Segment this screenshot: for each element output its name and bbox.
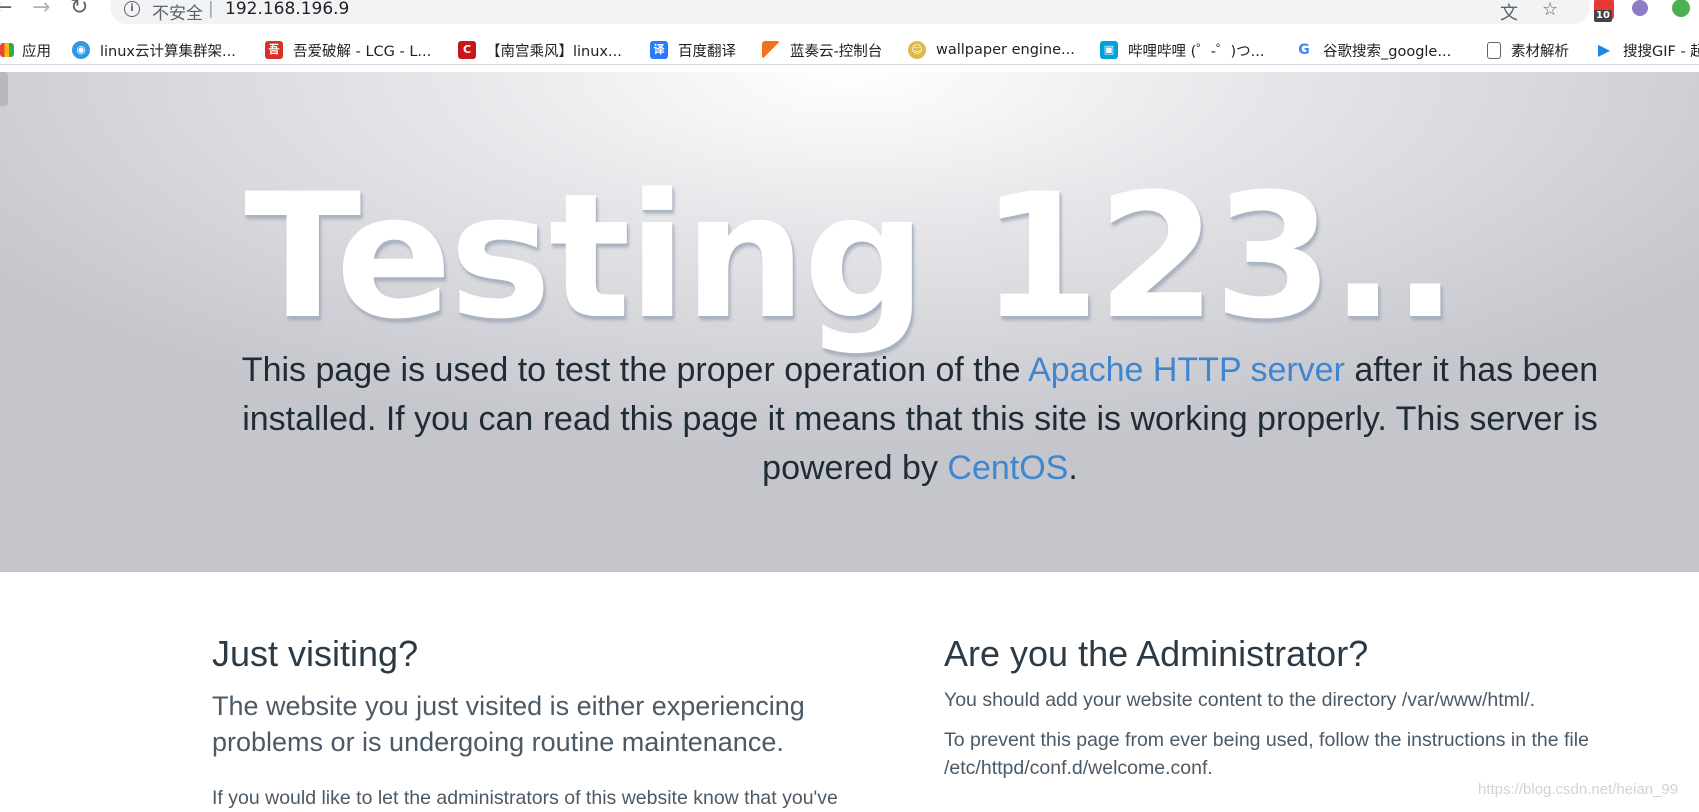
52pojie-logo-icon: 吾 xyxy=(265,41,283,59)
extension-green-icon[interactable] xyxy=(1672,0,1690,17)
bookmark-lanzou[interactable]: 蓝奏云-控制台 xyxy=(762,39,882,61)
administrator-paragraph-welcome-conf: To prevent this page from ever being use… xyxy=(944,729,1589,779)
bookmark-nangong[interactable]: C 【南宫乘风】linux... xyxy=(458,39,622,61)
apache-link[interactable]: Apache HTTP server xyxy=(1028,351,1345,389)
administrator-heading: Are you the Administrator? xyxy=(944,633,1369,674)
csdn-watermark: https://blog.csdn.net/heian_99 xyxy=(1478,781,1679,798)
bookmark-bilibili[interactable]: ▣ 哔哩哔哩 (゜-゜)つ... xyxy=(1100,39,1264,61)
centos-link[interactable]: CentOS xyxy=(947,449,1068,487)
forward-arrow-icon[interactable]: → xyxy=(32,0,50,20)
extension-badge: 10 xyxy=(1594,10,1612,22)
hero-text-part: This page is used to test the proper ope… xyxy=(241,351,1029,389)
bookmark-label: linux云计算集群架... xyxy=(100,43,236,60)
eye-logo-icon: ◉ xyxy=(72,41,90,59)
bookmark-linux-cloud[interactable]: ◉ linux云计算集群架... xyxy=(72,39,236,61)
bookmark-star-icon[interactable]: ☆ xyxy=(1542,0,1558,20)
bookmark-baidu-translate[interactable]: 译 百度翻译 xyxy=(650,39,736,61)
scrollbar-thumb[interactable] xyxy=(0,72,8,106)
bookmark-label: 蓝奏云-控制台 xyxy=(790,43,883,60)
page-title: Testing 123.. xyxy=(244,156,1458,357)
bookmark-label: 【南宫乘风】linux... xyxy=(486,43,622,60)
lanzou-logo-icon xyxy=(762,41,780,59)
site-info-icon[interactable]: i xyxy=(124,1,140,17)
bookmark-label: 素材解析 xyxy=(1511,43,1569,60)
bookmark-sousou-gif[interactable]: ▶ 搜搜GIF - 起 xyxy=(1595,39,1699,61)
bookmark-wallpaper-engine[interactable]: ☺ wallpaper engine... xyxy=(908,39,1075,61)
translate-logo-icon: 译 xyxy=(650,41,668,59)
bookmark-label: 吾爱破解 - LCG - L... xyxy=(293,43,432,60)
bookmark-label: 哔哩哔哩 (゜-゜)つ... xyxy=(1128,43,1265,60)
bookmark-google-search[interactable]: G 谷歌搜索_google... xyxy=(1295,39,1451,61)
just-visiting-heading: Just visiting? xyxy=(212,633,419,674)
bookmark-label: 搜搜GIF - 起 xyxy=(1623,43,1699,60)
extension-purple-icon[interactable] xyxy=(1632,0,1648,16)
bookmark-label: 应用 xyxy=(22,43,51,60)
play-triangle-icon: ▶ xyxy=(1595,41,1613,59)
reload-icon[interactable]: ↻ xyxy=(70,0,88,20)
security-label[interactable]: 不安全 xyxy=(152,0,203,24)
bookmark-label: 百度翻译 xyxy=(678,43,736,60)
hero-text-part: . xyxy=(1068,449,1078,487)
bookmark-52pojie[interactable]: 吾 吾爱破解 - LCG - L... xyxy=(265,39,431,61)
bookmark-material-parse[interactable]: 素材解析 xyxy=(1487,39,1569,61)
csdn-logo-icon: C xyxy=(458,41,476,59)
browser-toolbar: ← → ↻ i 不安全 | 192.168.196.9 文 ☆ 10 xyxy=(0,0,1699,30)
apps-grid-icon xyxy=(0,43,14,57)
wallpaper-logo-icon: ☺ xyxy=(908,41,926,59)
page-icon xyxy=(1487,41,1501,59)
url-text[interactable]: 192.168.196.9 xyxy=(225,0,349,19)
url-separator: | xyxy=(208,0,214,19)
bilibili-tv-icon: ▣ xyxy=(1100,41,1118,59)
hero-description: This page is used to test the proper ope… xyxy=(200,346,1640,493)
address-bar[interactable]: i 不安全 | 192.168.196.9 文 ☆ xyxy=(110,0,1590,24)
bookmark-label: 谷歌搜索_google... xyxy=(1323,43,1452,60)
bookmarks-bar: 应用 ◉ linux云计算集群架... 吾 吾爱破解 - LCG - L... … xyxy=(0,36,1699,65)
translate-icon[interactable]: 文 xyxy=(1500,0,1518,25)
bookmark-label: wallpaper engine... xyxy=(936,42,1075,58)
google-g-icon: G xyxy=(1295,41,1313,59)
bookmark-apps[interactable]: 应用 xyxy=(0,39,51,61)
administrator-paragraph-directory: You should add your website content to t… xyxy=(944,689,1536,711)
just-visiting-lead: The website you just visited is either e… xyxy=(212,691,805,757)
back-arrow-icon[interactable]: ← xyxy=(0,0,12,20)
